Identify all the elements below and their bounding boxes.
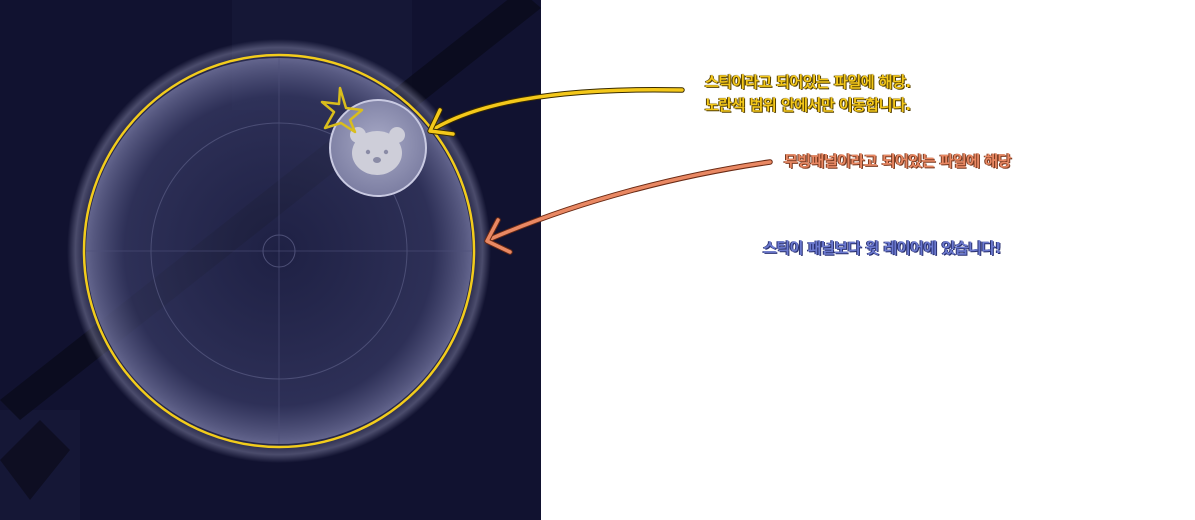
layer-annotation: 스틱이 패널보다 윗 레이어에 있습니다! — [763, 239, 1002, 257]
stick-annotation-line2: 노란색 범위 안에서만 이동합니다. — [705, 96, 911, 114]
stick-arrow — [427, 86, 685, 137]
stick-annotation-line1: 스틱이라고 되어있는 파일에 해당. — [705, 73, 911, 91]
annotation-arrows — [427, 86, 773, 255]
panel-annotation: 무빙패널이라고 되어있는 파일에 해당 — [784, 152, 1011, 170]
panel-arrow — [484, 159, 773, 255]
